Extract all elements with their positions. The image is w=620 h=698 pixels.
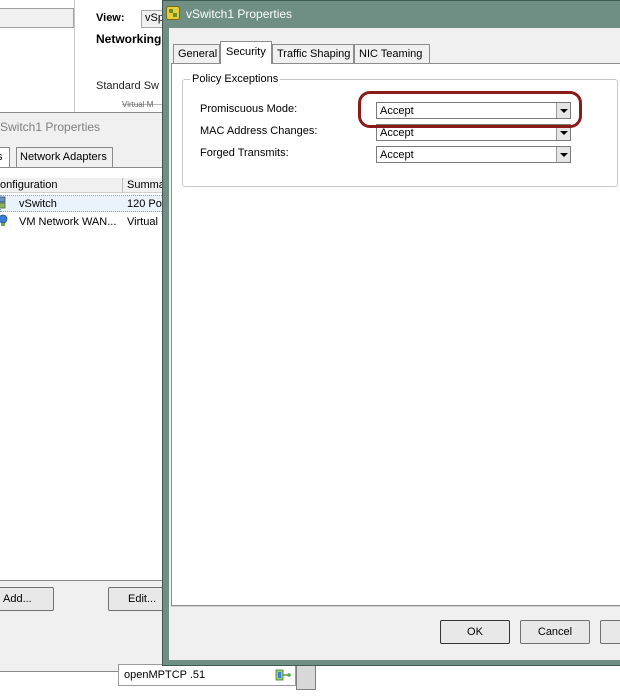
tab-general[interactable]: General	[173, 44, 220, 63]
highlight-annotation	[358, 91, 582, 128]
tab-traffic-shaping[interactable]: Traffic Shaping	[272, 44, 354, 63]
dialog-title: vSwitch1 Properties	[186, 7, 293, 21]
group-title: Policy Exceptions	[190, 73, 281, 85]
table-row-summary: Virtual	[127, 216, 158, 228]
tab-ports[interactable]: s	[0, 147, 10, 167]
vm-label: openMPTCP .51	[118, 664, 296, 686]
background-toolbar	[0, 8, 74, 28]
networking-title: Networking	[96, 32, 162, 46]
tab-nic-teaming[interactable]: NIC Teaming	[354, 44, 430, 63]
view-label: View:	[96, 12, 125, 24]
mac-address-changes-label: MAC Address Changes:	[200, 125, 318, 137]
vswitch-properties-icon	[166, 6, 180, 20]
cancel-button[interactable]: Cancel	[520, 620, 590, 644]
vswitch-connector	[296, 662, 316, 690]
edit-button[interactable]: Edit...	[108, 587, 170, 611]
column-summary[interactable]: Summa	[127, 179, 165, 191]
table-row-name: VM Network WAN...	[19, 216, 117, 228]
virtual-machine-label: Virtual M	[122, 100, 154, 109]
table-row-name: vSwitch	[19, 198, 57, 210]
forged-transmits-label: Forged Transmits:	[200, 147, 289, 159]
promiscuous-mode-label: Promiscuous Mode:	[200, 103, 298, 115]
column-separator	[122, 178, 123, 193]
vswitch-icon	[0, 196, 6, 209]
network-globe-icon	[0, 214, 8, 226]
ok-button[interactable]: OK	[440, 620, 510, 644]
forged-transmits-select[interactable]: Accept	[376, 146, 571, 163]
add-button[interactable]: Add...	[0, 587, 54, 611]
background-window-title: Switch1 Properties	[0, 120, 101, 134]
column-configuration[interactable]: onfiguration	[0, 179, 58, 191]
help-button[interactable]	[600, 620, 620, 644]
table-row-summary: 120 Po	[127, 198, 162, 210]
tab-security[interactable]: Security	[220, 41, 272, 64]
chevron-down-icon[interactable]	[556, 147, 570, 162]
forged-transmits-value: Accept	[380, 149, 414, 161]
configuration-list	[0, 167, 164, 581]
standard-switch-label: Standard Sw	[96, 80, 159, 92]
mac-address-changes-value: Accept	[380, 127, 414, 139]
footer-divider	[171, 606, 620, 607]
background-divider	[74, 0, 75, 112]
vm-network-icon	[275, 669, 291, 681]
tab-network-adapters[interactable]: Network Adapters	[16, 147, 113, 167]
